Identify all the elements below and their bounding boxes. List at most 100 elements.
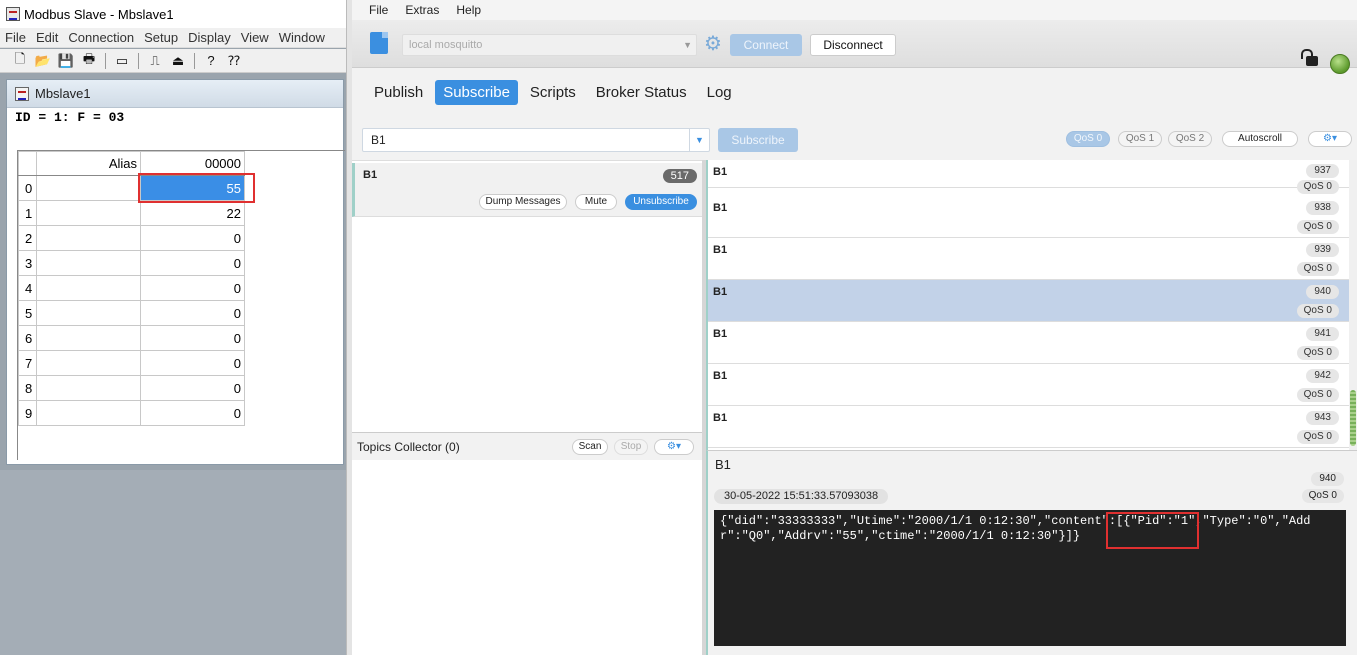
alias-cell[interactable] bbox=[36, 325, 141, 351]
register-row: 40 bbox=[18, 275, 245, 301]
open-icon[interactable]: 📂 bbox=[33, 52, 53, 70]
alias-cell[interactable] bbox=[36, 400, 141, 426]
unsubscribe-button[interactable]: Unsubscribe bbox=[625, 194, 697, 210]
menu-edit[interactable]: Edit bbox=[31, 30, 63, 45]
scrollbar-thumb[interactable] bbox=[1350, 390, 1356, 446]
value-cell[interactable]: 0 bbox=[140, 300, 245, 326]
menu-connection[interactable]: Connection bbox=[63, 30, 139, 45]
address-column-header[interactable]: 00000 bbox=[140, 151, 245, 176]
row-index: 4 bbox=[18, 275, 37, 301]
connect-button[interactable]: Connect bbox=[730, 34, 802, 56]
connection-profile-select[interactable]: local mosquitto ▼ bbox=[402, 34, 697, 56]
message-number: 938 bbox=[1306, 201, 1339, 215]
list-item-selected[interactable]: B1 940 QoS 0 bbox=[708, 280, 1349, 322]
alias-column-header[interactable]: Alias bbox=[36, 151, 141, 176]
stop-button[interactable]: Stop bbox=[614, 439, 648, 455]
list-item[interactable]: B1 943 QoS 0 bbox=[708, 406, 1349, 448]
highlight-box-payload bbox=[1106, 512, 1199, 549]
subscribe-button[interactable]: Subscribe bbox=[718, 128, 798, 152]
menu-view[interactable]: View bbox=[236, 30, 274, 45]
alias-cell[interactable] bbox=[36, 175, 141, 201]
register-row: 1 22 bbox=[18, 200, 245, 226]
mute-button[interactable]: Mute bbox=[575, 194, 617, 210]
message-topic: B1 bbox=[713, 166, 728, 178]
value-cell[interactable]: 0 bbox=[140, 375, 245, 401]
qos2-button[interactable]: QoS 2 bbox=[1168, 131, 1212, 147]
list-item[interactable]: B1 939 QoS 0 bbox=[708, 238, 1349, 280]
menu-display[interactable]: Display bbox=[183, 30, 236, 45]
menu-window[interactable]: Window bbox=[274, 30, 330, 45]
topics-collector-label: Topics Collector (0) bbox=[357, 440, 460, 454]
tab-broker-status[interactable]: Broker Status bbox=[588, 80, 695, 105]
qos1-button[interactable]: QoS 1 bbox=[1118, 131, 1162, 147]
window-icon[interactable]: ▭ bbox=[112, 52, 132, 70]
tab-publish[interactable]: Publish bbox=[366, 80, 431, 105]
toolbar-separator bbox=[105, 52, 106, 69]
subscription-count-badge: 517 bbox=[662, 169, 697, 183]
list-item[interactable]: B1 938 QoS 0 bbox=[708, 196, 1349, 238]
options-gear-icon[interactable]: ⚙▾ bbox=[1308, 131, 1352, 147]
list-item[interactable]: B1 942 QoS 0 bbox=[708, 364, 1349, 406]
alias-cell[interactable] bbox=[36, 225, 141, 251]
tab-subscribe[interactable]: Subscribe bbox=[435, 80, 518, 105]
whats-this-icon[interactable]: ⁇ bbox=[224, 52, 244, 70]
menu-file[interactable]: File bbox=[0, 30, 31, 45]
value-cell[interactable]: 0 bbox=[140, 325, 245, 351]
modbus-app-icon bbox=[6, 7, 20, 21]
list-item[interactable]: B1 937 QoS 0 bbox=[708, 160, 1349, 194]
mqtt-menu-help[interactable]: Help bbox=[456, 3, 481, 17]
message-list-scrollbar[interactable] bbox=[1349, 160, 1357, 450]
message-qos: QoS 0 bbox=[1296, 220, 1339, 234]
alias-cell[interactable] bbox=[36, 350, 141, 376]
subscription-item[interactable]: B1 517 Dump Messages Mute Unsubscribe bbox=[352, 163, 702, 217]
row-index: 8 bbox=[18, 375, 37, 401]
autoscroll-button[interactable]: Autoscroll bbox=[1222, 131, 1298, 147]
list-item[interactable]: B1 941 QoS 0 bbox=[708, 322, 1349, 364]
message-topic: B1 bbox=[713, 286, 728, 298]
new-icon[interactable]: 🗋 bbox=[10, 51, 30, 70]
mqtt-menu-extras[interactable]: Extras bbox=[405, 3, 439, 17]
message-number: 943 bbox=[1306, 411, 1339, 425]
value-cell[interactable]: 0 bbox=[140, 400, 245, 426]
disconnect-icon[interactable]: ⏏ bbox=[168, 52, 188, 70]
print-icon[interactable]: 🖶 bbox=[79, 51, 99, 70]
value-cell[interactable]: 0 bbox=[140, 250, 245, 276]
scan-button[interactable]: Scan bbox=[572, 439, 608, 455]
alias-cell[interactable] bbox=[36, 375, 141, 401]
value-cell[interactable]: 0 bbox=[140, 275, 245, 301]
payload-text[interactable]: {"did":"33333333","Utime":"2000/1/1 0:12… bbox=[714, 510, 1346, 646]
profile-value: local mosquitto bbox=[409, 39, 483, 51]
settings-gear-icon[interactable]: ⚙ bbox=[704, 34, 722, 54]
detail-qos: QoS 0 bbox=[1301, 489, 1344, 503]
connection-status-icon bbox=[1330, 54, 1350, 74]
collector-options-gear-icon[interactable]: ⚙▾ bbox=[654, 439, 694, 455]
slave-id-line: ID = 1: F = 03 bbox=[15, 110, 125, 125]
chevron-down-icon[interactable]: ▼ bbox=[689, 129, 709, 151]
message-detail-panel: B1 940 30-05-2022 15:51:33.57093038 QoS … bbox=[706, 450, 1357, 655]
menu-setup[interactable]: Setup bbox=[139, 30, 183, 45]
main-tabs: Publish Subscribe Scripts Broker Status … bbox=[366, 80, 740, 105]
row-index: 2 bbox=[18, 225, 37, 251]
save-icon[interactable]: 💾 bbox=[56, 52, 76, 70]
alias-cell[interactable] bbox=[36, 250, 141, 276]
profile-document-icon[interactable] bbox=[370, 32, 388, 54]
value-cell[interactable]: 22 bbox=[140, 200, 245, 226]
mqtt-menu-file[interactable]: File bbox=[369, 3, 388, 17]
qos0-button[interactable]: QoS 0 bbox=[1066, 131, 1110, 147]
subscribe-topic-input[interactable]: B1 ▼ bbox=[362, 128, 710, 152]
value-cell[interactable]: 0 bbox=[140, 350, 245, 376]
dump-messages-button[interactable]: Dump Messages bbox=[479, 194, 567, 210]
modbus-title-bar: Modbus Slave - Mbslave1 bbox=[0, 0, 346, 28]
help-icon[interactable]: ? bbox=[201, 52, 221, 70]
alias-cell[interactable] bbox=[36, 275, 141, 301]
alias-cell[interactable] bbox=[36, 300, 141, 326]
message-number: 937 bbox=[1306, 164, 1339, 178]
disconnect-button[interactable]: Disconnect bbox=[810, 34, 896, 56]
tab-scripts[interactable]: Scripts bbox=[522, 80, 584, 105]
topics-collector-bar: Topics Collector (0) Scan Stop ⚙▾ bbox=[352, 432, 702, 460]
row-index: 7 bbox=[18, 350, 37, 376]
connect-icon[interactable]: ⎍ bbox=[145, 52, 165, 70]
alias-cell[interactable] bbox=[36, 200, 141, 226]
tab-log[interactable]: Log bbox=[699, 80, 740, 105]
value-cell[interactable]: 0 bbox=[140, 225, 245, 251]
